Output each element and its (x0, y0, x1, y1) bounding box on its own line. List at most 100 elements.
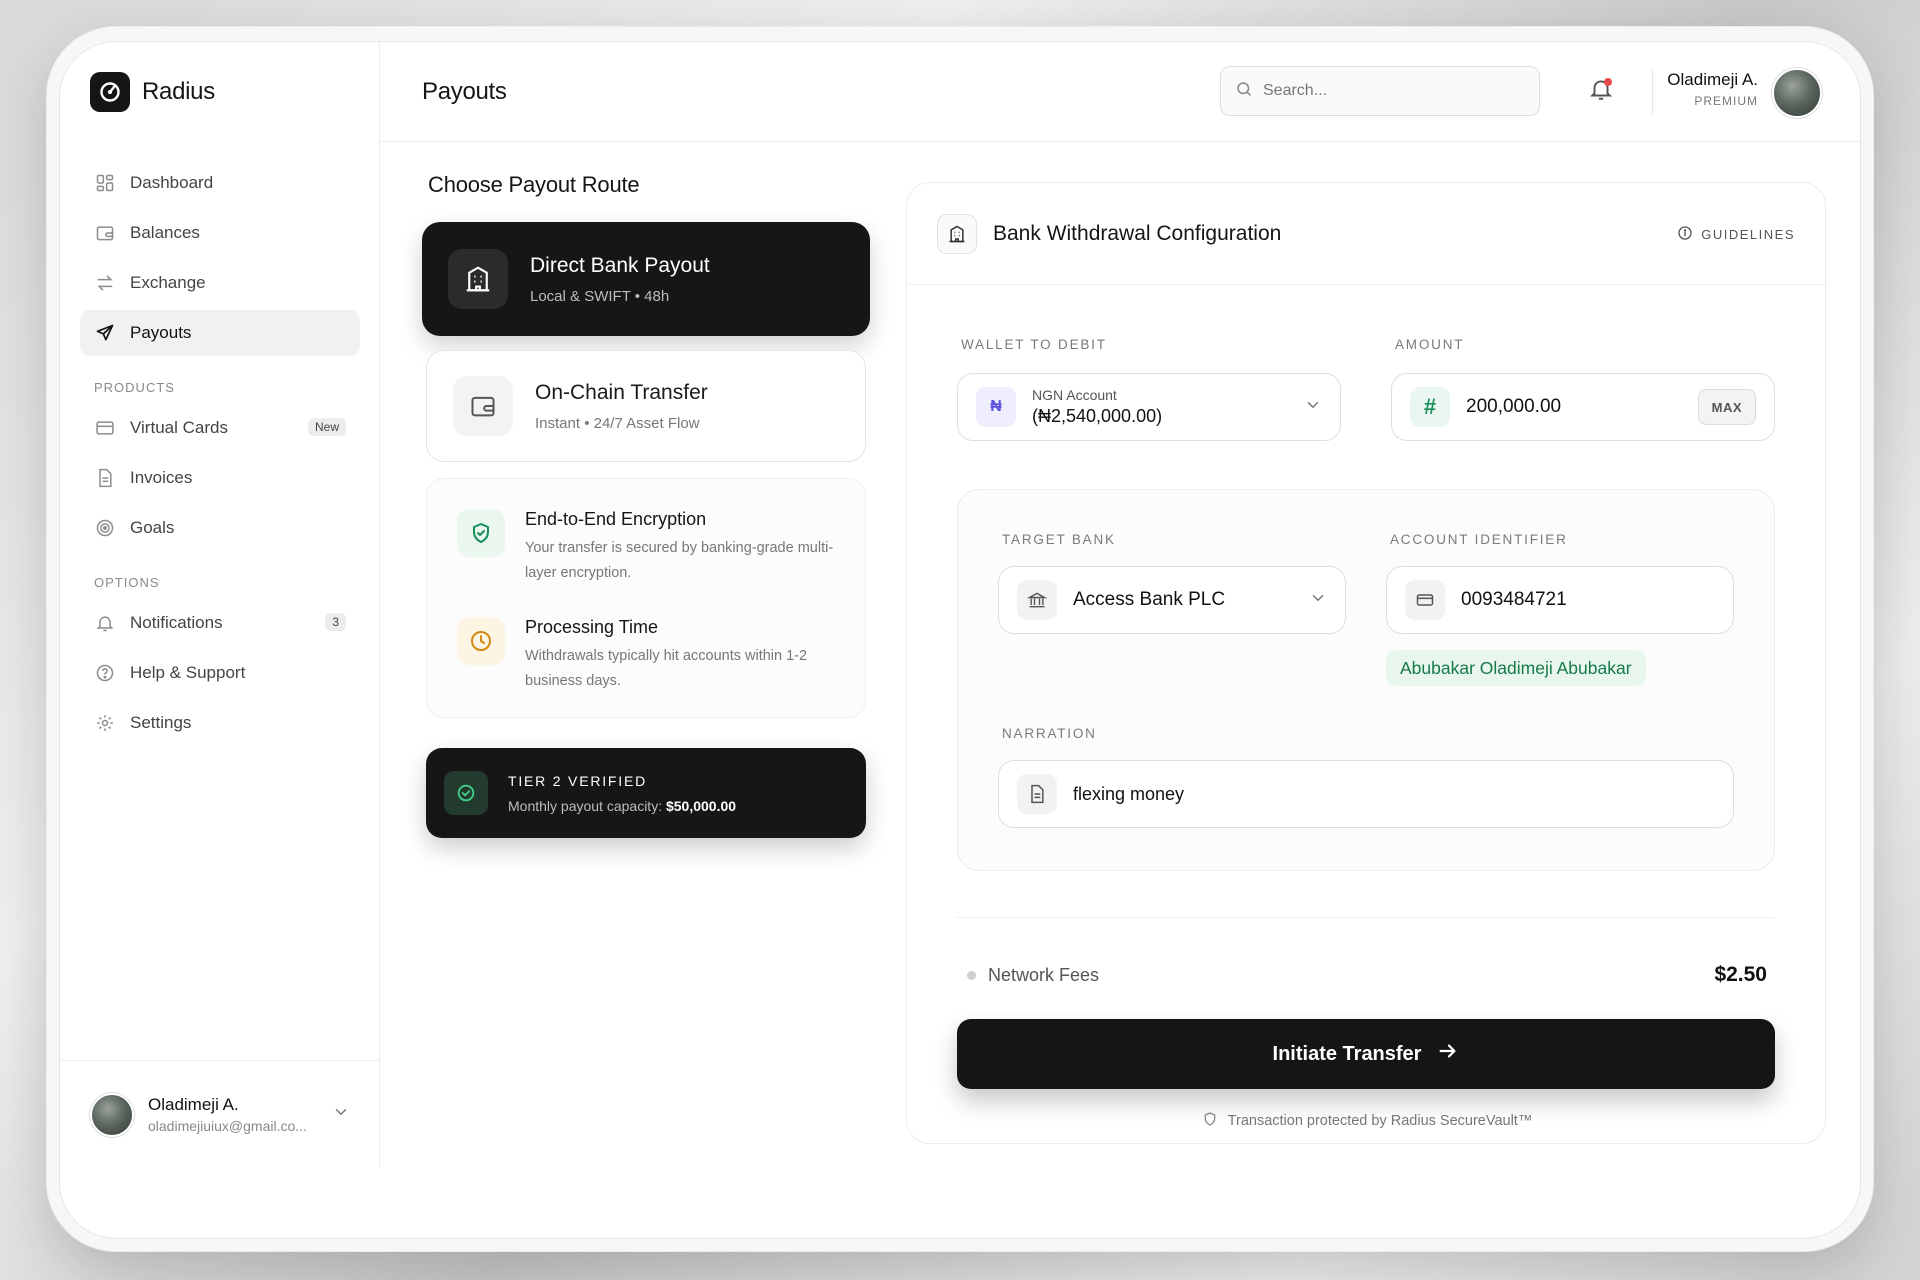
sidebar-item-goals[interactable]: Goals (80, 505, 360, 551)
divider (1652, 70, 1653, 114)
fees-label: Network Fees (988, 964, 1100, 985)
avatar[interactable] (1772, 68, 1822, 118)
resolved-account-name: Abubakar Oladimeji Abubakar (1386, 650, 1646, 686)
wallet-select[interactable]: ₦ NGN Account (₦2,540,000.00) (957, 373, 1341, 441)
sidebar-item-label: Dashboard (130, 173, 214, 192)
sidebar-item-invoices[interactable]: Invoices (80, 455, 360, 501)
search-icon (1235, 80, 1253, 103)
document-icon (94, 467, 116, 489)
info-title: End-to-End Encryption (525, 509, 707, 529)
wallet-balance: (₦2,540,000.00) (1032, 406, 1163, 426)
sidebar-item-label: Help & Support (130, 663, 246, 682)
wallet-icon (94, 222, 116, 244)
info-text: Your transfer is secured by banking-grad… (525, 540, 834, 582)
arrow-right-icon (1437, 1040, 1459, 1068)
wallet-icon (453, 376, 513, 436)
narration-label: NARRATION (1002, 726, 1097, 741)
wallet-label: WALLET TO DEBIT (961, 337, 1107, 352)
wallet-name: NGN Account (1032, 387, 1117, 403)
sidebar-item-label: Goals (130, 518, 175, 537)
bank-icon (1017, 580, 1057, 620)
user-tier: PREMIUM (1694, 94, 1758, 108)
section-label-products: PRODUCTS (94, 380, 175, 395)
divider (957, 917, 1775, 918)
route-subtitle: Instant • 24/7 Asset Flow (535, 414, 700, 432)
info-icon (1677, 225, 1693, 244)
bank-value: Access Bank PLC (1073, 589, 1226, 610)
account-number-field[interactable]: 0093484721 (1386, 566, 1734, 634)
grid-icon (94, 172, 116, 194)
sidebar-nav: Dashboard Balances Exchange Payouts PROD… (80, 160, 360, 750)
tier-capacity-label: Monthly payout capacity: (508, 797, 663, 814)
swap-icon (94, 272, 116, 294)
security-note: Transaction protected by Radius SecureVa… (907, 1111, 1827, 1131)
clock-icon (457, 616, 505, 665)
narration-input[interactable]: flexing money (1073, 784, 1184, 805)
account-number-input[interactable]: 0093484721 (1461, 589, 1567, 611)
sidebar-item-virtual-cards[interactable]: Virtual Cards New (80, 405, 360, 451)
document-icon (1017, 774, 1057, 814)
sidebar-item-notifications[interactable]: Notifications 3 (80, 600, 360, 646)
chevron-down-icon (332, 1103, 350, 1126)
sidebar-item-label: Balances (130, 223, 200, 242)
target-icon (94, 517, 116, 539)
sidebar-item-label: Invoices (130, 468, 193, 487)
help-icon (94, 662, 116, 684)
brand[interactable]: Radius (90, 72, 215, 112)
initiate-transfer-button[interactable]: Initiate Transfer (957, 1019, 1775, 1089)
withdrawal-config-panel: Bank Withdrawal Configuration GUIDELINES… (906, 182, 1826, 1144)
amount-field[interactable]: # 200,000.00 MAX (1391, 373, 1775, 441)
narration-field[interactable]: flexing money (998, 760, 1734, 828)
route-on-chain-transfer[interactable]: On-Chain Transfer Instant • 24/7 Asset F… (426, 350, 866, 462)
section-title: Choose Payout Route (428, 172, 640, 197)
bank-select[interactable]: Access Bank PLC (998, 566, 1346, 634)
sidebar-item-label: Notifications (130, 613, 223, 632)
send-icon (94, 322, 116, 344)
route-title: On-Chain Transfer (535, 380, 708, 404)
status-dot (967, 970, 976, 980)
route-title: Direct Bank Payout (530, 253, 710, 277)
bank-building-icon (448, 249, 508, 309)
payout-route-column: Choose Payout Route Direct Bank Payout L… (422, 172, 872, 838)
search-input[interactable] (1263, 82, 1503, 100)
page-title: Payouts (422, 78, 507, 105)
top-bar: Payouts Oladimeji A. PREMIUM (380, 42, 1860, 142)
amount-label: AMOUNT (1395, 337, 1465, 352)
cta-label: Initiate Transfer (1272, 1042, 1422, 1065)
account-switcher[interactable]: Oladimeji A. oladimejiuiux@gmail.co... (60, 1060, 380, 1168)
sidebar-item-payouts[interactable]: Payouts (80, 310, 360, 356)
user-profile[interactable]: Oladimeji A. PREMIUM (1667, 70, 1758, 108)
chevron-down-icon (1309, 589, 1327, 612)
tier-capacity: Monthly payout capacity: $50,000.00 (508, 798, 736, 814)
app-window: Radius Dashboard Balances Exchange Payou… (60, 42, 1860, 1238)
info-item-processing: Processing Time Withdrawals typically hi… (457, 616, 835, 695)
shield-icon (457, 509, 505, 557)
card-icon (94, 417, 116, 439)
guidelines-label: GUIDELINES (1701, 227, 1795, 242)
sidebar-item-label: Payouts (130, 323, 192, 342)
brand-name: Radius (142, 78, 215, 105)
fees-value: $2.50 (1714, 963, 1767, 986)
user-name: Oladimeji A. (1667, 70, 1758, 89)
guidelines-link[interactable]: GUIDELINES (1677, 225, 1795, 244)
notifications-button[interactable] (1588, 76, 1618, 106)
shield-icon (1202, 1111, 1218, 1131)
avatar (90, 1092, 134, 1137)
account-name: Oladimeji A. (148, 1095, 239, 1114)
max-button[interactable]: MAX (1697, 389, 1756, 425)
sidebar-item-help[interactable]: Help & Support (80, 650, 360, 696)
card-icon (1405, 580, 1445, 620)
sidebar-item-dashboard[interactable]: Dashboard (80, 160, 360, 206)
panel-title: Bank Withdrawal Configuration (993, 221, 1282, 245)
route-direct-bank-payout[interactable]: Direct Bank Payout Local & SWIFT • 48h (422, 222, 870, 336)
search-box[interactable] (1220, 66, 1540, 116)
unread-dot (1604, 78, 1612, 86)
amount-input[interactable]: 200,000.00 (1466, 396, 1561, 418)
sidebar-item-exchange[interactable]: Exchange (80, 260, 360, 306)
sidebar-item-settings[interactable]: Settings (80, 700, 360, 746)
bank-details-card: TARGET BANK Access Bank PLC ACCOUNT IDEN… (957, 489, 1775, 871)
account-identifier-label: ACCOUNT IDENTIFIER (1390, 532, 1568, 547)
new-badge: New (307, 418, 346, 436)
sidebar-item-balances[interactable]: Balances (80, 210, 360, 256)
tier-status-card: TIER 2 VERIFIED Monthly payout capacity:… (426, 748, 866, 838)
